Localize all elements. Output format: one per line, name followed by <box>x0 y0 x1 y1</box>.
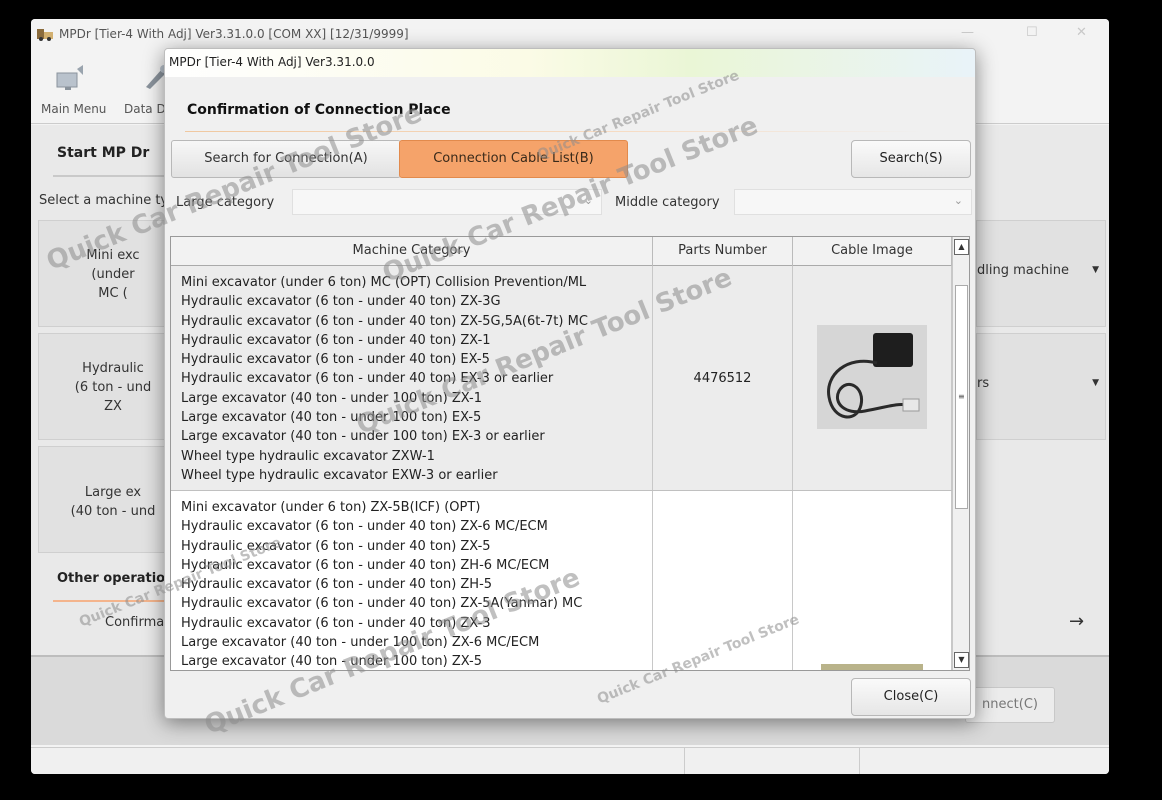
machine-category-line: Hydraulic excavator (6 ton - under 40 to… <box>181 332 491 348</box>
machine-category-line: Large excavator (40 ton - under 100 ton)… <box>181 429 545 445</box>
dropdown-arrow-icon: ▼ <box>1092 265 1099 275</box>
machine-card-label: dling machine <box>977 263 1069 278</box>
search-button[interactable]: Search(S) <box>851 140 971 178</box>
column-header-cable-image[interactable]: Cable Image <box>793 237 952 266</box>
machine-category-cell: Mini excavator (under 6 ton) MC (OPT) Co… <box>171 266 653 490</box>
machine-category-line: Mini excavator (under 6 ton) MC (OPT) Co… <box>181 275 587 290</box>
machine-category-line: Large excavator (40 ton - under 100 ton)… <box>181 410 482 426</box>
machine-category-cell: Mini excavator (under 6 ton) ZX-5B(ICF) … <box>171 491 653 670</box>
select-type-label: Select a machine typ <box>39 193 177 208</box>
screen: MPDr [Tier-4 With Adj] Ver3.31.0.0 [COM … <box>0 0 1162 800</box>
machine-category-line: Hydraulic excavator (6 ton - under 40 to… <box>181 371 554 387</box>
status-divider <box>859 748 860 774</box>
cable-image-cell <box>793 266 952 490</box>
connect-button[interactable]: nnect(C) <box>965 687 1055 723</box>
tab-connection-cable-list[interactable]: Connection Cable List(B) <box>399 140 628 178</box>
machine-category-line: Hydraulic excavator (6 ton - under 40 to… <box>181 577 493 593</box>
cable-list-table: Machine Category Parts Number Cable Imag… <box>170 236 970 671</box>
app-icon <box>37 29 53 41</box>
other-divider <box>53 600 173 602</box>
machine-category-line: Hydraulic excavator (6 ton - under 40 to… <box>181 519 548 535</box>
maximize-button[interactable]: ☐ <box>1026 25 1038 40</box>
scroll-up-button[interactable]: ▲ <box>954 239 969 255</box>
table-row[interactable]: Mini excavator (under 6 ton) MC (OPT) Co… <box>171 266 952 491</box>
machine-card-label: rs <box>977 376 990 391</box>
chevron-down-icon: ⌄ <box>953 194 963 207</box>
middle-category-select[interactable]: ⌄ <box>734 189 972 215</box>
arrow-right-icon[interactable]: → <box>1069 611 1084 632</box>
status-divider <box>684 748 685 774</box>
machine-category-line: Hydraulic excavator (6 ton - under 40 to… <box>181 538 491 554</box>
machine-category-line: Mini excavator (under 6 ton) ZX-5B(ICF) … <box>181 500 481 515</box>
machine-category-line: Hydraulic excavator (6 ton - under 40 to… <box>181 557 550 573</box>
chevron-down-icon: ⌄ <box>583 194 593 207</box>
tab-search-for-connection[interactable]: Search for Connection(A) <box>171 140 401 178</box>
close-button[interactable]: Close(C) <box>851 678 971 716</box>
machine-card-handling[interactable]: dling machine ▼ <box>976 220 1106 327</box>
main-title-bar: MPDr [Tier-4 With Adj] Ver3.31.0.0 [COM … <box>31 19 1109 49</box>
cable-image-cell <box>793 491 952 670</box>
parts-number-cell <box>653 491 793 670</box>
dialog-title-bar: MPDr [Tier-4 With Adj] Ver3.31.0.0 <box>165 49 975 77</box>
table-row[interactable]: Mini excavator (under 6 ton) ZX-5B(ICF) … <box>171 491 952 670</box>
machine-category-line: Hydraulic excavator (6 ton - under 40 to… <box>181 294 501 310</box>
large-category-label: Large category <box>176 195 275 210</box>
monitor-icon <box>56 65 83 90</box>
machine-category-line: Hydraulic excavator (6 ton - under 40 to… <box>181 352 490 368</box>
machine-category-line: Large excavator (40 ton - under 100 ton)… <box>181 390 483 406</box>
scroll-grip-icon: ≡ <box>958 392 965 401</box>
confirmation-link[interactable]: Confirmat <box>105 615 169 630</box>
large-category-select[interactable]: ⌄ <box>292 189 602 215</box>
dialog-heading: Confirmation of Connection Place <box>187 102 451 118</box>
machine-category-line: Large excavator (40 ton - under 100 ton)… <box>181 654 483 670</box>
machine-category-line: Hydraulic excavator (6 ton - under 40 to… <box>181 596 583 612</box>
scroll-thumb[interactable]: ≡ <box>955 285 968 509</box>
table-scrollbar[interactable]: ▲ ≡ ▼ <box>952 237 969 670</box>
column-header-machine-category[interactable]: Machine Category <box>171 237 653 266</box>
dropdown-arrow-icon: ▼ <box>1092 378 1099 388</box>
machine-category-line: Wheel type hydraulic excavator EXW-3 or … <box>181 467 498 483</box>
machine-category-line: Hydraulic excavator (6 ton - under 40 to… <box>181 615 491 631</box>
machine-card-others[interactable]: rs ▼ <box>976 333 1106 440</box>
minimize-button[interactable]: — <box>961 25 974 40</box>
dialog-divider <box>185 131 925 132</box>
connection-dialog: MPDr [Tier-4 With Adj] Ver3.31.0.0 Confi… <box>164 48 976 719</box>
table-header: Machine Category Parts Number Cable Imag… <box>171 237 952 266</box>
main-menu-label: Main Menu <box>41 102 107 116</box>
status-bar <box>31 747 1109 774</box>
parts-number-cell: 4476512 <box>653 266 793 490</box>
machine-category-line: Wheel type hydraulic excavator ZXW-1 <box>181 448 435 464</box>
main-window-title: MPDr [Tier-4 With Adj] Ver3.31.0.0 [COM … <box>59 27 409 41</box>
machine-category-line: Hydraulic excavator (6 ton - under 40 to… <box>181 313 588 329</box>
middle-category-label: Middle category <box>615 195 720 210</box>
machine-category-line: Large excavator (40 ton - under 100 ton)… <box>181 635 540 651</box>
other-operation-heading: Other operation <box>57 571 175 586</box>
dialog-title: MPDr [Tier-4 With Adj] Ver3.31.0.0 <box>169 55 375 69</box>
scroll-down-button[interactable]: ▼ <box>954 652 969 668</box>
cable-image <box>817 325 927 429</box>
column-header-parts-number[interactable]: Parts Number <box>653 237 793 266</box>
start-heading: Start MP Dr <box>57 145 150 161</box>
data-label: Data Di <box>124 102 170 116</box>
close-window-button[interactable]: ✕ <box>1076 25 1087 40</box>
cable-image <box>821 664 923 670</box>
main-menu-button[interactable]: Main Menu <box>33 57 113 119</box>
